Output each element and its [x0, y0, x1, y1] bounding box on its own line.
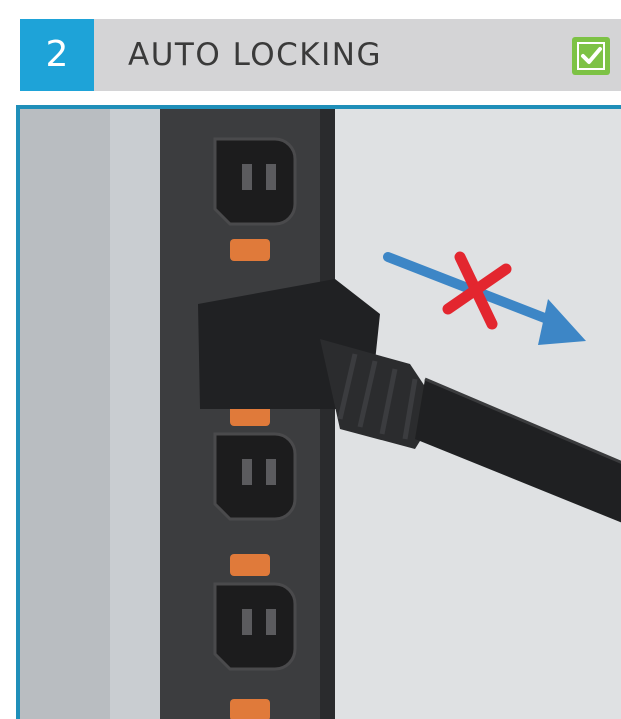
outlet [213, 137, 297, 226]
check-icon [572, 37, 610, 75]
outlet [213, 432, 297, 521]
step-title: AUTO LOCKING [128, 37, 382, 73]
auto-locking-photo [16, 105, 621, 719]
step-header: 2 AUTO LOCKING [20, 19, 621, 91]
outlet [213, 582, 297, 671]
step-number-badge: 2 [20, 19, 94, 91]
